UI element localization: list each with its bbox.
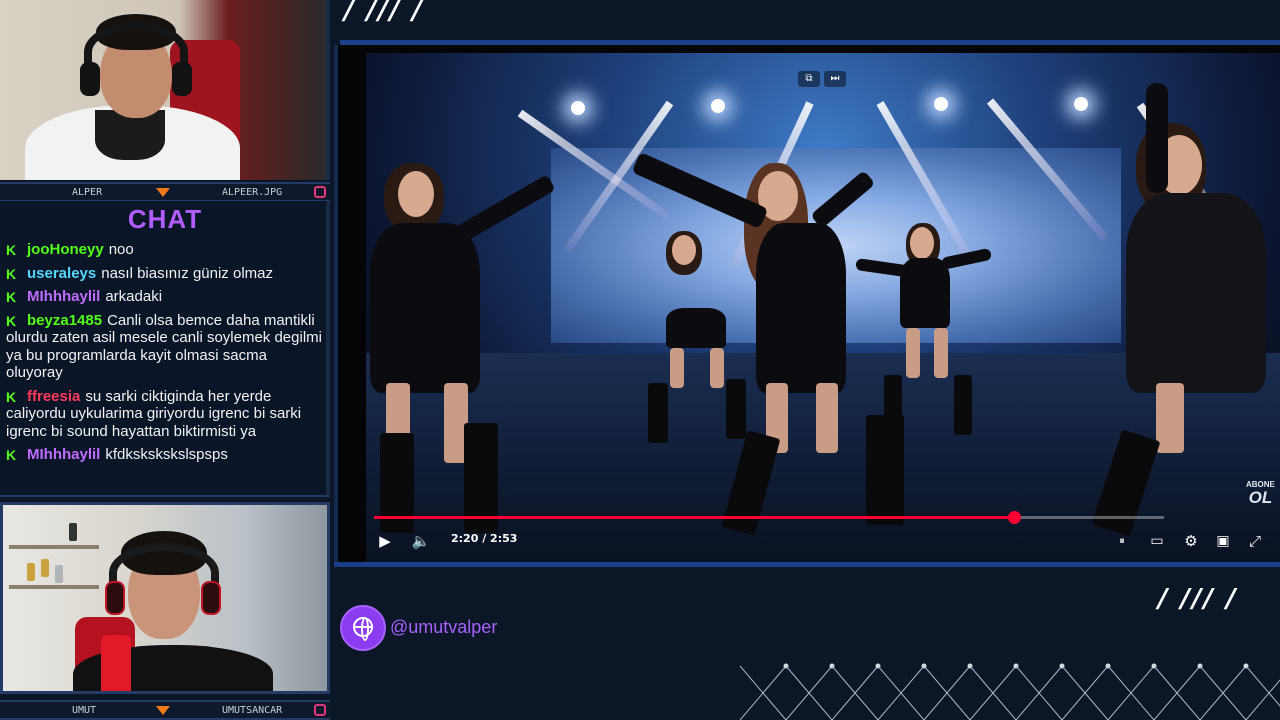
chat-text: kfdkskskskslspsps [105,446,228,463]
time-display: 2:20 / 2:53 [451,532,518,545]
chat-text: noo [108,241,134,258]
chat-message: KjooHoneyy noo [6,241,322,259]
top-cam-name-bar: ALPER ALPEER.JPG [0,182,330,202]
abone-ol-watermark: ABONE OL [1246,480,1275,506]
kick-icon: K [6,290,19,304]
chat-username[interactable]: ffreesia [27,388,80,405]
top-cam-right-label: ALPEER.JPG [222,187,283,198]
progress-fill [374,516,1014,519]
chat-title: CHAT [127,204,203,234]
chat-username[interactable]: useraleys [27,265,96,282]
play-icon[interactable]: ▶ [374,530,396,552]
triangle-icon [156,706,170,715]
decor-slashes-top: / /// / [344,0,424,26]
chat-message: K MIhhhaylil kfdkskskskslspsps [6,446,322,464]
bottom-cam-right-label: UMUTSANCAR [222,705,283,716]
kick-icon: K [6,390,19,404]
kick-icon: K [6,448,19,462]
top-cam-left-label: ALPER [72,187,103,198]
kick-icon: K [6,267,19,281]
theater-icon[interactable]: ▣ [1212,530,1234,552]
progress-scrubber[interactable] [1008,511,1021,524]
chat-message: K MIhhhaylil arkadaki [6,288,322,306]
kick-icon: K [6,314,19,328]
kick-icon: K [6,243,19,257]
chat-text: nasıl biasınız güniz olmaz [101,264,273,282]
chat-message: Kbeyza1485 Canli olsa bemce daha mantikli… [6,312,322,382]
chat-message: Kuseraleys nasıl biasınız güniz olmaz [6,265,322,283]
frame-line-bottom [334,562,1280,567]
top-webcam [0,0,330,180]
chat-username[interactable]: MIhhhaylil [27,288,100,305]
next-icon[interactable]: ⏭ [824,71,846,87]
abone-big-text: OL [1248,488,1273,507]
instagram-icon [314,186,326,198]
volume-icon[interactable]: 🔈 [410,530,432,552]
bottom-cam-name-bar: UMUT UMUTSANCAR [0,700,330,720]
bottom-cam-left-label: UMUT [72,705,97,716]
globe-icon [340,605,386,651]
subtitles-icon[interactable]: ▭ [1146,530,1168,552]
fullscreen-icon[interactable]: ⤢ [1244,530,1266,552]
social-handle: @umutvalper [390,617,498,637]
miniplayer-icon[interactable]: ⧉ [798,71,820,87]
decor-slashes-bottom: / /// / [1158,584,1238,614]
chat-username[interactable]: MIhhhaylil [27,446,100,463]
bottom-webcam [0,502,330,694]
video-frame: ⧉ ⏭ [366,53,1280,562]
triangle-icon [156,188,170,197]
chat-username[interactable]: jooHoneyy [27,241,104,258]
chat-panel: CHAT KjooHoneyy noo Kuseraleys nasıl biasın… [0,201,330,497]
microphone [101,635,131,691]
instagram-icon [314,704,326,716]
settings-icon[interactable]: ⚙ [1180,530,1202,552]
chat-message: Kffreesia su sarki ciktiginda her yerde c… [6,388,322,441]
chat-username[interactable]: beyza1485 [27,312,102,329]
progress-bar[interactable] [374,511,1164,524]
chat-text: arkadaki [105,288,163,305]
video-player[interactable]: ⧉ ⏭ ABONE OL ▶ 🔈 2:20 / 2:53 ⏸ ▭ ⚙ ▣ ⤢ [334,45,1280,562]
chat-message-list: KjooHoneyy noo Kuseraleys nasıl biasınız gü… [6,241,322,470]
lattice-decoration [740,663,1280,720]
pause-mini-icon[interactable]: ⏸ [1111,530,1133,552]
